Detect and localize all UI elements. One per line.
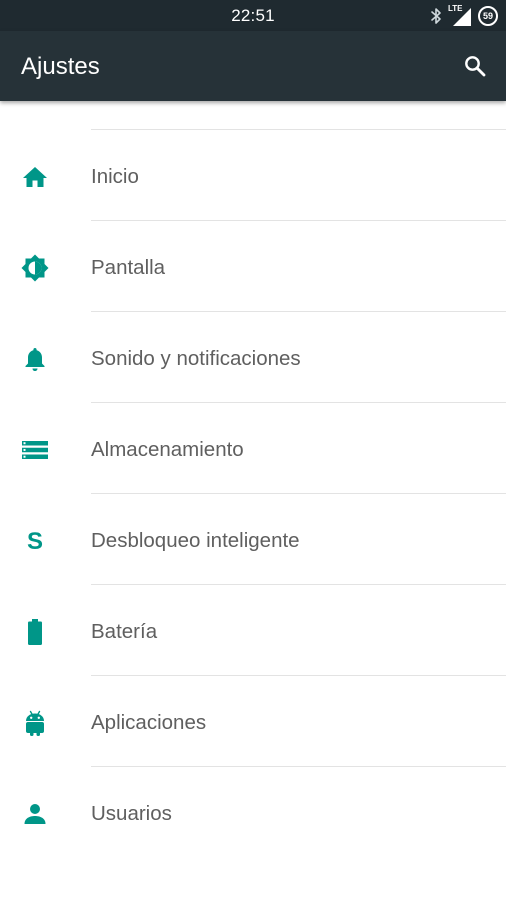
battery-icon (21, 618, 49, 646)
android-icon (21, 709, 49, 737)
settings-item-aplicaciones[interactable]: Aplicaciones (0, 676, 506, 767)
settings-item-desbloqueo[interactable]: S Desbloqueo inteligente (0, 494, 506, 585)
app-bar: Ajustes (0, 31, 506, 101)
settings-item-inicio[interactable]: Inicio (0, 130, 506, 221)
settings-item-label: Sonido y notificaciones (91, 347, 301, 370)
search-icon (465, 56, 486, 77)
lte-signal-icon: LTE (448, 4, 472, 27)
search-button[interactable] (458, 49, 492, 83)
battery-level-indicator: 59 (478, 5, 498, 26)
bell-icon (21, 345, 49, 373)
settings-item-bateria[interactable]: Batería (0, 585, 506, 676)
page-title: Ajustes (21, 53, 100, 80)
settings-item-label: Aplicaciones (91, 711, 207, 734)
settings-item-almacenamiento[interactable]: Almacenamiento (0, 403, 506, 494)
svg-text:S: S (27, 528, 43, 554)
brightness-icon (21, 254, 49, 282)
settings-item-sonido[interactable]: Sonido y notificaciones (0, 312, 506, 403)
smart-lock-icon: S (21, 527, 49, 555)
home-icon (21, 163, 49, 191)
settings-item-label: Batería (91, 620, 158, 643)
settings-item-label: Usuarios (91, 802, 172, 825)
storage-icon (21, 436, 49, 464)
settings-item-pantalla[interactable]: Pantalla (0, 221, 506, 312)
settings-item-label: Pantalla (91, 256, 166, 279)
bluetooth-icon (430, 7, 442, 25)
settings-item-usuarios[interactable]: Usuarios (0, 767, 506, 858)
settings-item-label: Desbloqueo inteligente (91, 529, 300, 552)
settings-list: Fn Botones Inicio Pantalla (0, 72, 506, 858)
settings-item-label: Almacenamiento (91, 438, 244, 461)
status-bar: 22:51 LTE 59 (0, 0, 506, 31)
settings-item-label: Inicio (91, 165, 139, 188)
person-icon (21, 800, 49, 828)
status-icons: LTE 59 (430, 4, 498, 27)
